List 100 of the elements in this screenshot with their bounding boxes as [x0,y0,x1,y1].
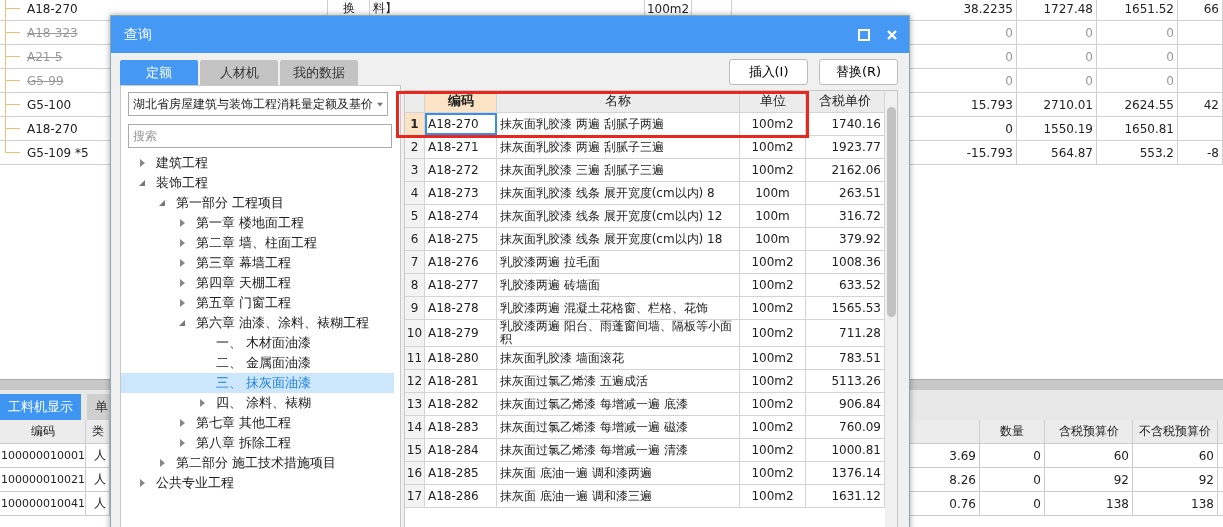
tree-item[interactable]: 第三章 幕墙工程 [121,253,394,273]
table-cell: 抹灰面过氯乙烯漆 五遍成活 [497,370,740,392]
row-number: 17 [405,485,425,507]
table-cell: A18-275 [425,228,497,250]
vertical-scrollbar[interactable] [885,91,897,527]
tree-item[interactable]: 一、 木材面油漆 [121,333,394,353]
table-cell: 100m2 [740,297,806,319]
table-cell: 0 [980,444,1045,468]
tree-item[interactable]: 第二章 墙、柱面工程 [121,233,394,253]
column-header: 类 [86,420,110,444]
table-cell: A18-278 [425,297,497,319]
tree-item[interactable]: 公共专业工程 [121,473,394,493]
table-cell: A18-272 [425,159,497,181]
table-cell: 100m2 [740,416,806,438]
table-cell: 100m2 [740,274,806,296]
tree-item[interactable]: 第一章 楼地面工程 [121,213,394,233]
table-cell: 抹灰面乳胶漆 线条 展开宽度(cm以内) 18 [497,228,740,250]
tree-item[interactable]: 第一部分 工程项目 [121,193,394,213]
table-cell: 乳胶漆两遍 拉毛面 [497,251,740,273]
tree-item[interactable]: 第五章 门窗工程 [121,293,394,313]
table-cell: 0 [1097,45,1178,68]
tree-item[interactable]: 四、 涂料、裱糊 [121,393,394,413]
tree-item[interactable]: 第二部分 施工技术措施项目 [121,453,394,473]
action-button[interactable]: 替换(R) [819,59,898,85]
table-cell: 100000010041 [0,492,86,516]
table-cell: 0 [1017,45,1097,68]
table-cell: 100m2 [740,251,806,273]
table-cell: 100m [740,205,806,227]
table-cell: 抹灰面乳胶漆 线条 展开宽度(cm以内) 12 [497,205,740,227]
table-cell: A18-285 [425,462,497,484]
table-cell: A18-274 [425,205,497,227]
table-cell: 92 [1045,468,1133,492]
table-cell: 0 [1017,69,1097,92]
row-number: 2 [405,136,425,158]
table-cell: 1651.52 [1097,0,1178,20]
library-dropdown[interactable]: 湖北省房屋建筑与装饰工程消耗量定额及基价 [128,92,388,116]
table-cell: 2710.01 [1017,93,1097,116]
column-header[interactable]: 含税单价 [806,91,885,112]
row-number: 1 [405,113,425,135]
tree-item[interactable]: 第八章 拆除工程 [121,433,394,453]
table-cell: 553.2 [1097,141,1178,164]
table-cell: 2624.55 [1097,93,1178,116]
table-cell: 100m2 [740,320,806,346]
table-cell: 100m2 [740,159,806,181]
action-button[interactable]: 插入(I) [729,59,808,85]
table-cell: A18-280 [425,347,497,369]
table-cell: 100m2 [740,370,806,392]
table-cell: 0 [1097,21,1178,44]
dropdown-arrow-icon [377,101,383,107]
column-header: 数量 [980,420,1045,444]
table-cell: 60 [1045,444,1133,468]
row-number: 10 [405,320,425,346]
maximize-icon [858,28,870,41]
row-number: 16 [405,462,425,484]
row-number: 7 [405,251,425,273]
table-cell: 乳胶漆两遍 砖墙面 [497,274,740,296]
dialog-tab[interactable]: 人材机 [200,60,278,85]
tree-item[interactable]: 第六章 油漆、涂料、裱糊工程 [121,313,394,333]
table-cell: 抹灰面过氯乙烯漆 每增减一遍 清漆 [497,439,740,461]
table-cell: 0 [1017,21,1097,44]
column-header: 编码 [0,420,86,444]
table-cell: A18-270 [425,113,497,135]
table-cell: 100m2 [740,347,806,369]
row-number: 11 [405,347,425,369]
table-cell: 100m2 [740,485,806,507]
row-number: 5 [405,205,425,227]
table-cell: 100m2 [740,393,806,415]
table-cell: 乳胶漆两遍 混凝土花格窗、栏格、花饰 [497,297,740,319]
table-cell: A18-286 [425,485,497,507]
close-icon [886,28,898,41]
search-field[interactable]: 搜索 [128,124,392,148]
table-cell: 0 [980,468,1045,492]
table-cell: 0 [1097,69,1178,92]
tree-item[interactable]: 第四章 天棚工程 [121,273,394,293]
table-cell: A18-282 [425,393,497,415]
tree-item[interactable]: 第七章 其他工程 [121,413,394,433]
table-cell: 138 [1133,492,1218,516]
table-cell: 66 [1178,0,1223,20]
table-cell: 564.87 [1017,141,1097,164]
row-number: 4 [405,182,425,204]
table-cell: 100m2 [740,462,806,484]
table-cell: A18-276 [425,251,497,273]
table-cell: 抹灰面乳胶漆 线条 展开宽度(cm以内) 8 [497,182,740,204]
table-cell: 抹灰面过氯乙烯漆 每增减一遍 磁漆 [497,416,740,438]
column-header: 不含税预算价 [1133,420,1218,444]
row-number: 14 [405,416,425,438]
table-cell: 100m [740,228,806,250]
row-number: 3 [405,159,425,181]
tree-item[interactable]: 二、 金属面油漆 [121,353,394,373]
table-cell: A18-277 [425,274,497,296]
table-cell: A18-281 [425,370,497,392]
table-cell: A18-279 [425,320,497,346]
tree-item[interactable]: 装饰工程 [121,173,394,193]
table-cell: 100m2 [740,439,806,461]
row-number: 8 [405,274,425,296]
table-cell: 138 [1045,492,1133,516]
table-cell: 0 [980,492,1045,516]
table-cell: A18-284 [425,439,497,461]
row-number: 6 [405,228,425,250]
dialog-tab[interactable]: 我的数据 [280,60,358,85]
